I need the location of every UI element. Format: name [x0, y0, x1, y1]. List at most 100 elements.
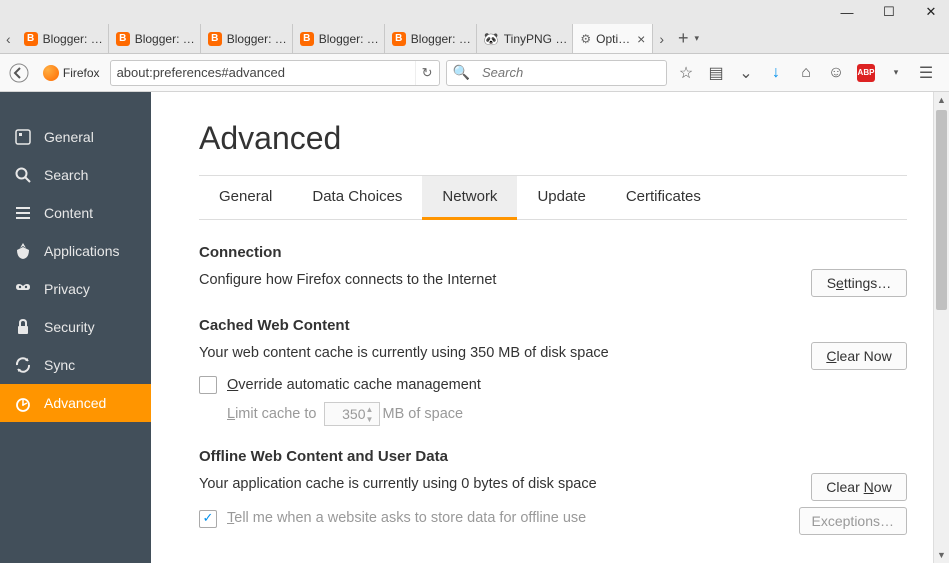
offline-tell-checkbox[interactable]: ✓	[199, 510, 217, 528]
sidebar-item-label: Sync	[44, 357, 75, 373]
browser-tab-1[interactable]: B Blogger: …	[109, 24, 201, 53]
adblock-icon[interactable]: ABP	[857, 64, 875, 82]
cache-limit-suffix: MB of space	[382, 406, 463, 422]
sidebar-item-label: General	[44, 129, 94, 145]
tab-close-icon[interactable]: ×	[635, 31, 647, 47]
privacy-icon	[14, 280, 32, 298]
offline-clear-button[interactable]: Clear Now	[811, 473, 907, 501]
home-icon[interactable]: ⌂	[797, 64, 815, 82]
sidebar-item-label: Applications	[44, 243, 120, 259]
browser-tab-5[interactable]: 🐼TinyPNG …	[477, 24, 574, 53]
cache-limit-spinner[interactable]: ▲▼	[364, 404, 374, 424]
firefox-icon	[43, 65, 59, 81]
sidebar-item-label: Security	[44, 319, 95, 335]
scroll-down-icon[interactable]: ▼	[934, 547, 949, 563]
scroll-up-icon[interactable]: ▲	[934, 92, 949, 108]
clear-cache-button[interactable]: Clear Now	[811, 342, 907, 370]
browser-tab-4[interactable]: BBlogger: …	[385, 24, 477, 53]
reader-view-icon[interactable]: ▤	[707, 64, 725, 82]
url-identity-label: Firefox	[63, 66, 100, 80]
search-input[interactable]	[476, 65, 666, 80]
tab-label: Blogger: …	[227, 32, 287, 46]
new-tab-button[interactable]: +▾	[670, 24, 707, 53]
back-button[interactable]	[6, 59, 33, 87]
dropdown-icon[interactable]: ▾	[887, 64, 905, 82]
offline-tell-label: Tell me when a website asks to store dat…	[227, 507, 586, 530]
bookmark-star-icon[interactable]: ☆	[677, 64, 695, 82]
window-close-button[interactable]: ✕	[919, 2, 943, 22]
sidebar-item-general[interactable]: General	[0, 118, 151, 156]
cache-desc: Your web content cache is currently usin…	[199, 342, 811, 365]
sidebar-item-security[interactable]: Security	[0, 308, 151, 346]
sidebar-item-label: Search	[44, 167, 88, 183]
vertical-scrollbar[interactable]: ▲ ▼	[933, 92, 949, 563]
browser-tab-0[interactable]: B Blogger: …	[17, 24, 109, 53]
window-minimize-button[interactable]: —	[835, 2, 859, 22]
offline-heading: Offline Web Content and User Data	[199, 448, 907, 465]
subtab-certificates[interactable]: Certificates	[606, 176, 721, 219]
offline-exceptions-button[interactable]: Exceptions…	[799, 507, 907, 535]
sidebar-item-privacy[interactable]: Privacy	[0, 270, 151, 308]
security-icon	[14, 318, 32, 336]
cache-limit-label: Limit cache to	[227, 406, 316, 422]
tab-label: Blogger: …	[319, 32, 379, 46]
sidebar-item-advanced[interactable]: Advanced	[0, 384, 151, 422]
preferences-sidebar: General Search Content Applications Privacy S…	[0, 92, 151, 563]
sync-icon	[14, 356, 32, 374]
sidebar-item-label: Content	[44, 205, 93, 221]
cache-limit-row: Limit cache to ▲▼ MB of space	[227, 402, 907, 426]
offline-desc: Your application cache is currently usin…	[199, 473, 811, 496]
blogger-icon: B	[208, 32, 222, 46]
subtab-data-choices[interactable]: Data Choices	[292, 176, 422, 219]
pocket-icon[interactable]: ⌄	[737, 64, 755, 82]
search-bar[interactable]: 🔍	[446, 60, 667, 86]
subtab-general[interactable]: General	[199, 176, 292, 219]
url-identity[interactable]: Firefox	[39, 65, 104, 81]
gear-icon: ⚙	[580, 32, 591, 46]
sidebar-item-content[interactable]: Content	[0, 194, 151, 232]
search-icon	[14, 166, 32, 184]
content-icon	[14, 204, 32, 222]
preferences-main: Advanced GeneralData ChoicesNetworkUpdat…	[151, 92, 949, 563]
override-cache-label: Override automatic cache management	[227, 377, 481, 393]
window-maximize-button[interactable]: ☐	[877, 2, 901, 22]
cache-heading: Cached Web Content	[199, 317, 907, 334]
page-title: Advanced	[199, 120, 907, 157]
search-icon: 🔍	[447, 64, 476, 81]
url-input[interactable]	[111, 65, 415, 80]
url-bar[interactable]: ↻	[110, 60, 440, 86]
downloads-icon[interactable]: ↓	[767, 64, 785, 82]
connection-settings-button[interactable]: Settings…	[811, 269, 907, 297]
window-titlebar: — ☐ ✕	[0, 0, 949, 24]
browser-navbar: Firefox ↻ 🔍 ☆ ▤ ⌄ ↓ ⌂ ☺ ABP ▾ ☰	[0, 54, 949, 92]
subtab-update[interactable]: Update	[517, 176, 605, 219]
scrollbar-thumb[interactable]	[936, 110, 947, 310]
tab-label: Opti…	[596, 32, 630, 46]
browser-tab-2[interactable]: B Blogger: …	[201, 24, 293, 53]
blogger-icon: B	[392, 32, 406, 46]
browser-tab-3[interactable]: B Blogger: …	[293, 24, 385, 53]
tab-label: Blogger: …	[135, 32, 195, 46]
browser-tab-6[interactable]: ⚙ Opti… ×	[573, 24, 653, 53]
hamburger-menu-icon[interactable]: ☰	[917, 64, 935, 82]
sidebar-item-label: Privacy	[44, 281, 90, 297]
general-icon	[14, 128, 32, 146]
override-cache-checkbox[interactable]	[199, 376, 217, 394]
blogger-icon: B	[24, 32, 38, 46]
reload-button[interactable]: ↻	[415, 61, 439, 85]
blogger-icon: B	[116, 32, 130, 46]
toolbar-right: ☆ ▤ ⌄ ↓ ⌂ ☺ ABP ▾ ☰	[673, 64, 943, 82]
sidebar-item-label: Advanced	[44, 395, 106, 411]
tab-scroll-left[interactable]: ‹	[0, 24, 17, 53]
applications-icon	[14, 242, 32, 260]
blogger-icon: B	[300, 32, 314, 46]
chat-icon[interactable]: ☺	[827, 64, 845, 82]
connection-heading: Connection	[199, 244, 907, 261]
subtab-network[interactable]: Network	[422, 176, 517, 220]
panda-icon: 🐼	[484, 32, 499, 46]
sidebar-item-sync[interactable]: Sync	[0, 346, 151, 384]
sidebar-item-applications[interactable]: Applications	[0, 232, 151, 270]
tab-scroll-right[interactable]: ›	[653, 24, 670, 53]
tab-label: Blogger: …	[43, 32, 103, 46]
sidebar-item-search[interactable]: Search	[0, 156, 151, 194]
